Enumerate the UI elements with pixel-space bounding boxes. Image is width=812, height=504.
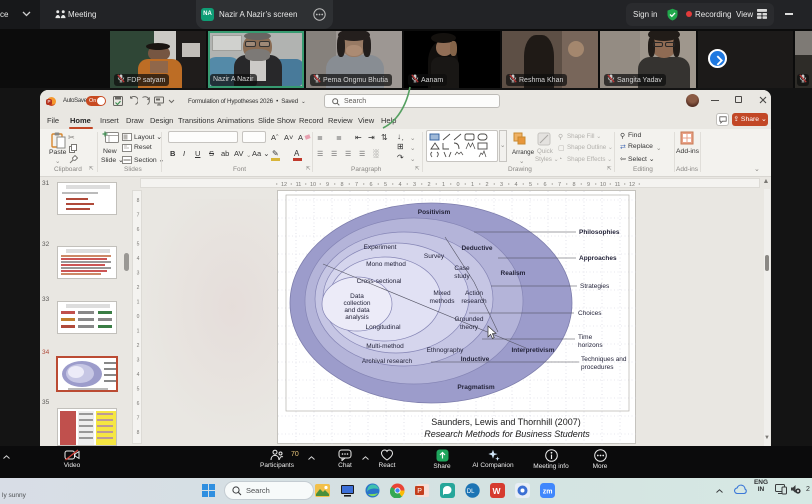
- svg-text:5: 5: [137, 242, 140, 248]
- svg-text:2: 2: [427, 182, 430, 188]
- svg-text:1: 1: [471, 182, 474, 188]
- svg-text:12: 12: [629, 182, 635, 188]
- svg-text:Longitudinal: Longitudinal: [365, 324, 401, 331]
- svg-text:8: 8: [137, 198, 140, 204]
- svg-text:DL: DL: [467, 489, 475, 495]
- svg-text:2: 2: [485, 182, 488, 188]
- svg-text:research: research: [461, 298, 487, 305]
- svg-text:Experiment: Experiment: [364, 244, 397, 251]
- svg-text:zm: zm: [543, 489, 553, 496]
- svg-text:1: 1: [137, 300, 140, 306]
- svg-text:theory: theory: [460, 324, 479, 331]
- svg-text:1: 1: [442, 182, 445, 188]
- svg-text:analysis: analysis: [345, 314, 369, 321]
- svg-text:4: 4: [398, 182, 401, 188]
- svg-text:10: 10: [600, 182, 606, 188]
- svg-text:5: 5: [529, 182, 532, 188]
- svg-text:collection: collection: [343, 300, 370, 307]
- svg-text:Multi-method: Multi-method: [366, 343, 404, 350]
- svg-text:Ethnography: Ethnography: [427, 347, 465, 354]
- svg-text:Strategies: Strategies: [580, 283, 610, 290]
- svg-text:1: 1: [137, 329, 140, 335]
- svg-text:Saunders, Lewis and Thornhill: Saunders, Lewis and Thornhill (2007): [431, 417, 580, 427]
- svg-text:10: 10: [310, 182, 316, 188]
- svg-text:Archival research: Archival research: [362, 358, 413, 365]
- svg-text:3: 3: [137, 271, 140, 277]
- svg-text:5: 5: [384, 182, 387, 188]
- svg-text:Mixed: Mixed: [433, 290, 451, 297]
- svg-text:and data: and data: [344, 307, 370, 314]
- svg-text:horizons: horizons: [578, 342, 603, 349]
- svg-text:7: 7: [137, 416, 140, 422]
- svg-text:Choices: Choices: [578, 310, 602, 317]
- svg-text:W: W: [493, 486, 502, 496]
- svg-text:Realism: Realism: [501, 270, 526, 277]
- svg-text:Research Methods for Business: Research Methods for Business Students: [424, 429, 590, 439]
- svg-text:2: 2: [137, 343, 140, 349]
- svg-text:12: 12: [281, 182, 287, 188]
- svg-text:procedures: procedures: [581, 364, 614, 371]
- svg-text:Time: Time: [578, 334, 593, 341]
- svg-text:methods: methods: [430, 298, 456, 305]
- svg-text:Inductive: Inductive: [461, 356, 490, 363]
- svg-text:Techniques and: Techniques and: [581, 356, 627, 363]
- svg-text:Philosophies: Philosophies: [579, 229, 620, 236]
- svg-text:7: 7: [137, 213, 140, 219]
- svg-text:P: P: [417, 488, 422, 495]
- svg-text:11: 11: [296, 182, 302, 188]
- svg-text:Interpretivism: Interpretivism: [512, 347, 555, 354]
- svg-text:11: 11: [615, 182, 621, 188]
- svg-text:3: 3: [413, 182, 416, 188]
- svg-text:8: 8: [137, 430, 140, 436]
- svg-text:8: 8: [340, 182, 343, 188]
- svg-text:5: 5: [137, 387, 140, 393]
- svg-text:Grounded: Grounded: [455, 316, 484, 323]
- svg-text:9: 9: [587, 182, 590, 188]
- svg-text:study: study: [454, 273, 470, 280]
- svg-text:2: 2: [137, 285, 140, 291]
- svg-text:Case: Case: [454, 265, 470, 272]
- svg-text:6: 6: [543, 182, 546, 188]
- svg-text:4: 4: [137, 372, 140, 378]
- svg-text:Survey: Survey: [424, 253, 445, 260]
- svg-text:Data: Data: [350, 293, 364, 300]
- svg-text:4: 4: [514, 182, 517, 188]
- svg-text:3: 3: [500, 182, 503, 188]
- svg-text:6: 6: [369, 182, 372, 188]
- svg-text:Approaches: Approaches: [579, 255, 617, 262]
- svg-text:3: 3: [137, 358, 140, 364]
- svg-text:Action: Action: [465, 290, 483, 297]
- svg-text:Mono method: Mono method: [366, 261, 406, 268]
- svg-text:7: 7: [558, 182, 561, 188]
- svg-text:6: 6: [137, 227, 140, 233]
- svg-text:Cross-sectional: Cross-sectional: [357, 278, 402, 285]
- svg-text:4: 4: [137, 256, 140, 262]
- svg-text:0: 0: [137, 314, 140, 320]
- svg-text:7: 7: [355, 182, 358, 188]
- svg-text:6: 6: [137, 401, 140, 407]
- svg-text:Pragmatism: Pragmatism: [457, 384, 494, 391]
- svg-text:Deductive: Deductive: [461, 245, 492, 252]
- svg-text:0: 0: [456, 182, 459, 188]
- svg-text:9: 9: [326, 182, 329, 188]
- svg-text:Positivism: Positivism: [418, 209, 451, 216]
- svg-text:8: 8: [572, 182, 575, 188]
